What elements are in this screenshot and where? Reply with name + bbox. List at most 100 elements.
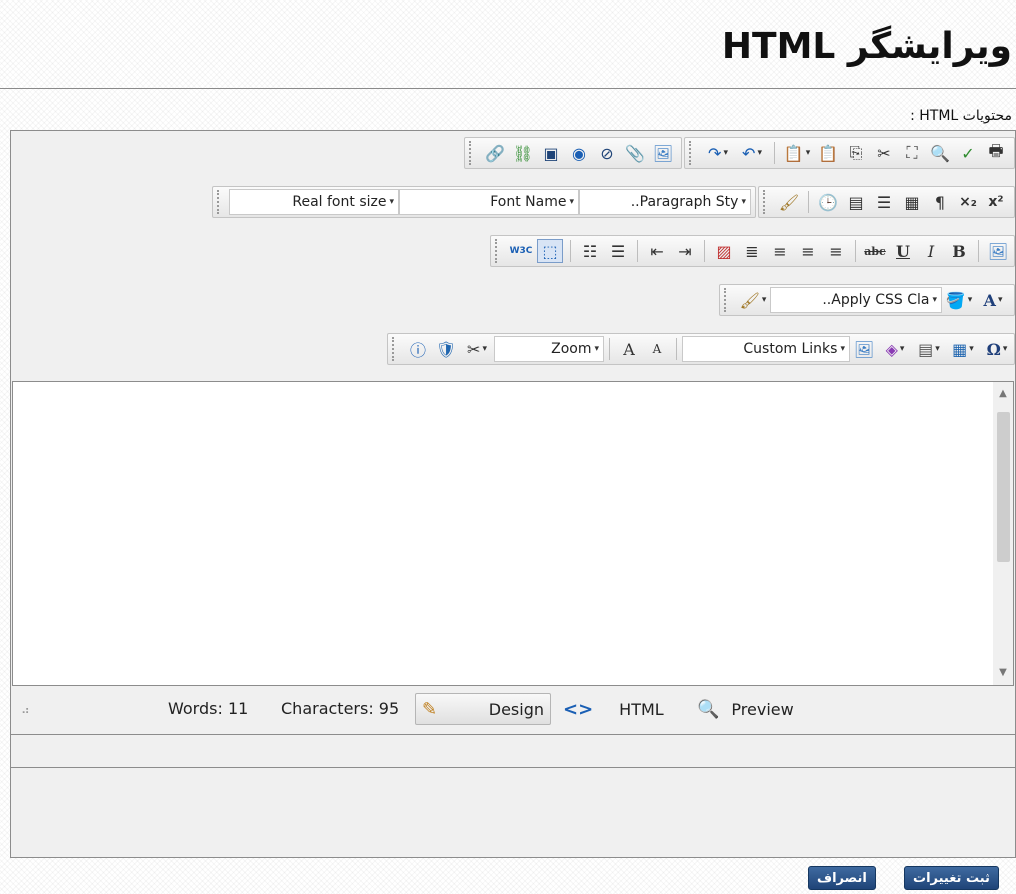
- scroll-up-icon[interactable]: ▲: [993, 384, 1013, 404]
- align-center-icon[interactable]: ≡: [794, 238, 822, 264]
- select-all-icon[interactable]: ⛶: [898, 140, 926, 166]
- real-font-size-select[interactable]: Real font size ▾: [229, 189, 399, 215]
- divider: [11, 767, 1015, 768]
- cut-icon[interactable]: ✂: [870, 140, 898, 166]
- toolbar-tools: ⓘ 🛡 ✂ ▾ Zoom ▾ A A Custom Links ▾ 🖼 ◈ ▾ ▤ ▾ ▦…: [387, 333, 1015, 365]
- paragraph-icon[interactable]: ¶: [926, 189, 954, 215]
- image-map-icon[interactable]: 🖼: [984, 238, 1012, 264]
- toolbar-row-2: Real font size ▾ Font Name ▾ ..Paragraph S…: [212, 186, 1015, 220]
- w3c-validate-icon[interactable]: W3C: [507, 238, 535, 264]
- separator: [676, 338, 677, 360]
- insert-document-icon[interactable]: 📎: [621, 140, 649, 166]
- outdent-icon[interactable]: ⇤: [643, 238, 671, 264]
- style-builder-icon[interactable]: 🖌 ▾: [736, 287, 770, 313]
- toolbar-row-5: ⓘ 🛡 ✂ ▾ Zoom ▾ A A Custom Links ▾ 🖼 ◈ ▾ ▤ ▾ ▦…: [387, 333, 1015, 367]
- insert-snippet-icon[interactable]: ◈ ▾: [878, 336, 912, 362]
- remove-format-icon[interactable]: ▨: [710, 238, 738, 264]
- code-brackets-icon: <>: [563, 698, 594, 720]
- increase-font-size-icon[interactable]: A: [615, 336, 643, 362]
- title-divider: [0, 88, 1016, 89]
- paragraph-style-select[interactable]: ..Paragraph Sty ▾: [579, 189, 751, 215]
- save-button[interactable]: ثبت تغییرات: [904, 866, 999, 890]
- clean-code-icon[interactable]: 🛡: [432, 336, 460, 362]
- magnifier-icon: 🔍: [697, 698, 720, 720]
- custom-links-select[interactable]: Custom Links ▾: [682, 336, 850, 362]
- toolbar-fonts: Real font size ▾ Font Name ▾ ..Paragraph S…: [212, 186, 756, 218]
- insert-link-icon[interactable]: 🔗: [481, 140, 509, 166]
- tab-preview[interactable]: 🔍 Preview: [691, 693, 800, 725]
- apply-css-class-select[interactable]: ..Apply CSS Cla ▾: [770, 287, 942, 313]
- editor-content-area[interactable]: ▲ ▼: [12, 381, 1014, 686]
- separator: [609, 338, 610, 360]
- divider: [11, 734, 1015, 735]
- decrease-font-size-icon[interactable]: A: [643, 336, 671, 362]
- find-replace-icon[interactable]: 🔍: [926, 140, 954, 166]
- insert-image-icon[interactable]: 🖼: [649, 140, 677, 166]
- insert-anchor-icon[interactable]: ▣: [537, 140, 565, 166]
- undo-icon[interactable]: ↶ ▾: [735, 140, 769, 166]
- insert-date-icon[interactable]: 🕒: [814, 189, 842, 215]
- toolbar-grip[interactable]: [469, 141, 475, 165]
- align-left-icon[interactable]: ≡: [822, 238, 850, 264]
- tab-html[interactable]: <> HTML: [557, 693, 670, 725]
- separator: [855, 240, 856, 262]
- resize-grip-icon[interactable]: ⠴: [21, 703, 30, 717]
- toolbar-grip[interactable]: [392, 337, 398, 361]
- toggle-borders-icon[interactable]: ⬚: [537, 239, 563, 263]
- insert-symbol-icon[interactable]: Ω ▾: [980, 336, 1014, 362]
- tab-design[interactable]: ✎ Design: [415, 693, 551, 725]
- separator: [774, 142, 775, 164]
- zoom-select[interactable]: Zoom ▾: [494, 336, 604, 362]
- bullet-list-icon[interactable]: ☷: [576, 238, 604, 264]
- insert-form-element-icon[interactable]: ▤ ▾: [912, 336, 946, 362]
- italic-icon[interactable]: I: [917, 238, 945, 264]
- toolbar-grip[interactable]: [495, 239, 501, 263]
- scroll-down-icon[interactable]: ▼: [993, 663, 1013, 683]
- spellcheck-icon[interactable]: ✓: [954, 140, 982, 166]
- indent-icon[interactable]: ⇥: [671, 238, 699, 264]
- separator: [704, 240, 705, 262]
- contents-label: محتویات HTML :: [910, 108, 1012, 124]
- toolbar-grip[interactable]: [217, 190, 223, 214]
- print-icon[interactable]: 🖶: [982, 140, 1010, 166]
- remove-link-icon[interactable]: ⛓: [509, 140, 537, 166]
- redo-icon[interactable]: ↷ ▾: [701, 140, 735, 166]
- vertical-scrollbar[interactable]: ▲ ▼: [993, 382, 1013, 685]
- toolbar-format: W3C ⬚ ☷ ☰ ⇤ ⇥ ▨ ≣ ≡ ≡ ≡ abc U I B 🖼: [490, 235, 1015, 267]
- background-color-icon[interactable]: 🪣 ▾: [942, 287, 976, 313]
- font-color-icon[interactable]: A ▾: [976, 287, 1010, 313]
- strikethrough-icon[interactable]: abc: [861, 238, 889, 264]
- scroll-thumb[interactable]: [997, 412, 1010, 562]
- page-title: ویرایشگر HTML: [721, 26, 1012, 67]
- image-gallery-icon[interactable]: 🖼: [850, 336, 878, 362]
- cancel-button[interactable]: انصراف: [808, 866, 876, 890]
- numbered-list-icon[interactable]: ☰: [604, 238, 632, 264]
- font-name-select[interactable]: Font Name ▾: [399, 189, 579, 215]
- copy-icon[interactable]: ⎘: [842, 140, 870, 166]
- paste-icon[interactable]: 📋 ▾: [780, 140, 814, 166]
- toolbar-row-4: 🖌 ▾ ..Apply CSS Cla ▾ 🪣 ▾ A ▾: [719, 284, 1015, 318]
- justify-full-icon[interactable]: ≣: [738, 238, 766, 264]
- separator: [637, 240, 638, 262]
- bold-icon[interactable]: B: [945, 238, 973, 264]
- insert-horizontal-rule-icon[interactable]: ☰: [870, 189, 898, 215]
- format-painter-icon[interactable]: 🖌: [775, 189, 803, 215]
- separator: [570, 240, 571, 262]
- insert-form-icon[interactable]: ▤: [842, 189, 870, 215]
- superscript-icon[interactable]: x²: [982, 189, 1010, 215]
- align-right-icon[interactable]: ≡: [766, 238, 794, 264]
- insert-table-icon[interactable]: ▦ ▾: [946, 336, 980, 362]
- paste-text-icon[interactable]: 📋: [814, 140, 842, 166]
- underline-icon[interactable]: U: [889, 238, 917, 264]
- toolbar-grip[interactable]: [689, 141, 695, 165]
- toolbar-grip[interactable]: [724, 288, 730, 312]
- insert-template-icon[interactable]: ▦: [898, 189, 926, 215]
- special-chars-icon[interactable]: ✂ ▾: [460, 336, 494, 362]
- info-icon[interactable]: ⓘ: [404, 336, 432, 362]
- subscript-icon[interactable]: ×₂: [954, 189, 982, 215]
- status-bar: ⠴ Words: 11 Characters: 95 ✎ Design <> H…: [11, 689, 1015, 729]
- insert-media-icon[interactable]: ◉: [565, 140, 593, 166]
- toolbar-misc: 🖌 🕒 ▤ ☰ ▦ ¶ ×₂ x²: [758, 186, 1015, 218]
- toolbar-grip[interactable]: [763, 190, 769, 214]
- insert-flash-icon[interactable]: ⊘: [593, 140, 621, 166]
